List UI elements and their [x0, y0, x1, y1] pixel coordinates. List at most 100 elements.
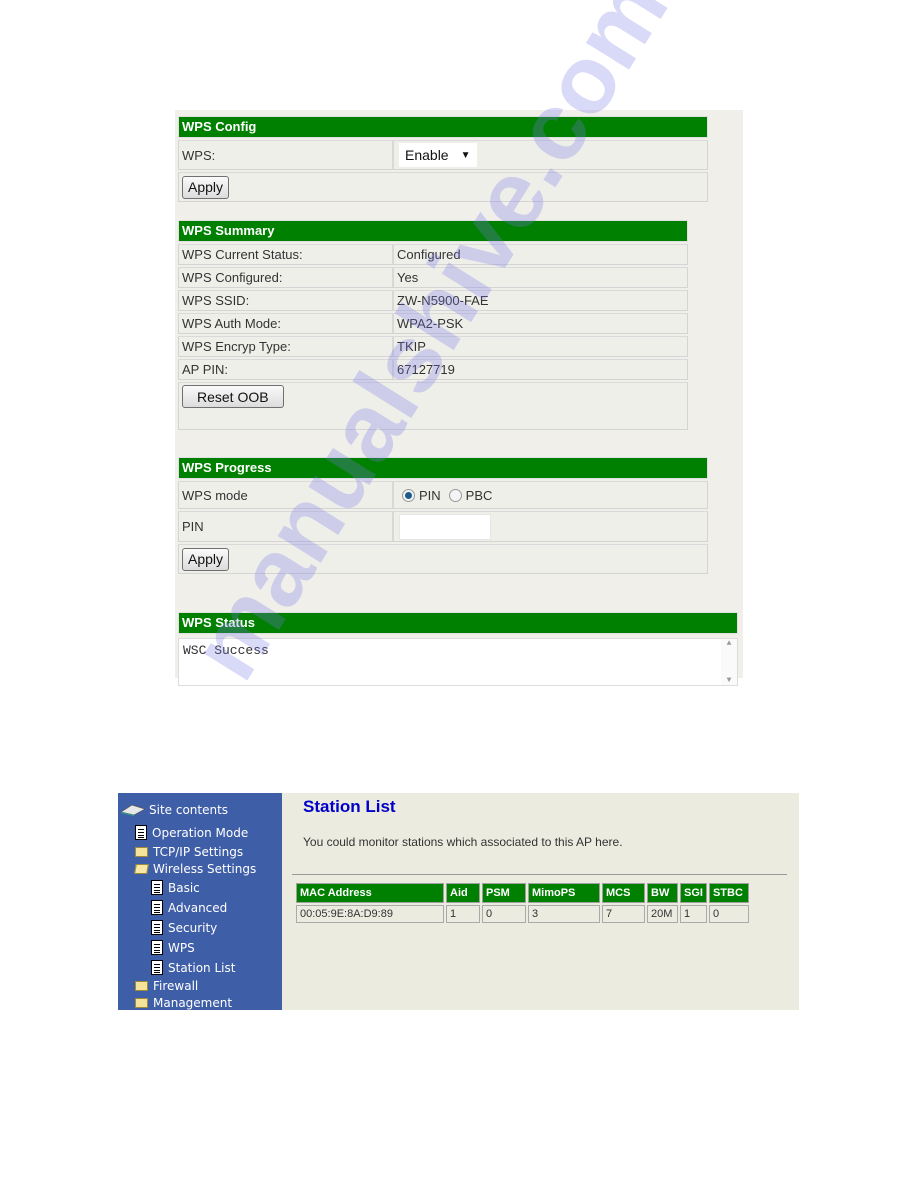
- sidebar-item-security[interactable]: Security: [151, 919, 217, 936]
- summary-label: WPS SSID:: [179, 291, 394, 310]
- wps-status-text: WSC Success: [183, 643, 269, 658]
- chevron-down-icon: ▼: [460, 149, 471, 161]
- sidebar-item-label: Firewall: [153, 978, 199, 993]
- summary-row: WPS Encryp Type: TKIP: [178, 336, 688, 357]
- summary-label: WPS Current Status:: [179, 245, 394, 264]
- column-header: MCS: [602, 883, 645, 903]
- wps-progress-apply-row: Apply: [178, 544, 708, 574]
- wps-label: WPS:: [179, 141, 394, 169]
- wps-progress-apply-button[interactable]: Apply: [182, 547, 230, 571]
- sidebar-tree: Site contents Operation Mode TCP/IP Sett…: [118, 793, 282, 1010]
- sidebar-item-label: Operation Mode: [152, 825, 249, 840]
- wps-enable-select[interactable]: Enable ▼: [399, 143, 477, 167]
- scroll-up-icon[interactable]: ▲: [727, 639, 732, 648]
- cell-sgi: 1: [680, 905, 707, 923]
- wps-summary-header: WPS Summary: [178, 220, 688, 242]
- pin-label: PIN: [179, 512, 394, 541]
- summary-row: AP PIN: 67127719: [178, 359, 688, 380]
- wps-enable-row: WPS: Enable ▼: [178, 140, 708, 170]
- radio-pbc[interactable]: [448, 488, 462, 502]
- cell-mimops: 3: [528, 905, 600, 923]
- folder-icon: [135, 980, 148, 991]
- summary-label: WPS Configured:: [179, 268, 394, 287]
- page-title: Station List: [303, 797, 396, 816]
- table-header-row: MAC Address Aid PSM MimoPS MCS BW SGI ST…: [296, 883, 749, 903]
- document-icon: [151, 940, 163, 955]
- document-icon: [151, 920, 163, 935]
- sidebar-item-wps[interactable]: WPS: [151, 939, 195, 956]
- wps-status-section: WPS Status WSC Success ▲ ▼: [178, 612, 738, 686]
- sidebar-item-firewall[interactable]: Firewall: [135, 977, 198, 994]
- sidebar-root[interactable]: Site contents: [120, 801, 228, 818]
- cell-stbc: 0: [708, 905, 749, 923]
- summary-value: WPA2-PSK: [397, 316, 464, 331]
- summary-label: WPS Encryp Type:: [179, 337, 394, 356]
- pin-input[interactable]: [399, 513, 491, 540]
- folder-open-icon: [134, 863, 149, 874]
- summary-row: WPS Configured: Yes: [178, 267, 688, 288]
- document-icon: [151, 900, 163, 915]
- wps-status-textarea[interactable]: WSC Success ▲ ▼: [178, 638, 738, 686]
- sidebar-item-label: Basic: [168, 880, 200, 895]
- sidebar-item-station-list[interactable]: Station List: [151, 959, 235, 976]
- wps-status-header: WPS Status: [178, 612, 738, 634]
- radio-pin-label: PIN: [419, 487, 441, 503]
- column-header: MimoPS: [528, 883, 600, 903]
- wps-config-apply-row: Apply: [178, 172, 708, 202]
- column-header: Aid: [446, 883, 480, 903]
- document-icon: [135, 825, 147, 840]
- radio-pbc-label: PBC: [465, 487, 493, 503]
- wps-mode-label: WPS mode: [179, 482, 394, 508]
- wps-config-section: WPS Config WPS: Enable ▼ Apply: [178, 116, 708, 202]
- divider: [292, 874, 787, 875]
- summary-label: AP PIN:: [179, 360, 394, 379]
- wps-mode-row: WPS mode PIN PBC: [178, 481, 708, 509]
- sidebar-root-label: Site contents: [149, 802, 229, 817]
- summary-value: TKIP: [397, 339, 426, 354]
- table-row: 00:05:9E:8A:D9:89 1 0 3 7 20M 1 0: [296, 905, 749, 923]
- summary-value: Configured: [397, 247, 461, 262]
- wps-summary-section: WPS Summary WPS Current Status: Configur…: [178, 220, 688, 430]
- column-header: PSM: [482, 883, 526, 903]
- cell-mac-address: 00:05:9E:8A:D9:89: [296, 905, 444, 923]
- pin-row: PIN: [178, 511, 708, 542]
- radio-pin[interactable]: [402, 488, 415, 502]
- sidebar-item-advanced[interactable]: Advanced: [151, 899, 227, 916]
- column-header: MAC Address: [296, 883, 444, 903]
- sidebar-item-basic[interactable]: Basic: [151, 879, 200, 896]
- station-list-screenshot: Site contents Operation Mode TCP/IP Sett…: [118, 793, 799, 1010]
- sidebar-item-label: WPS: [168, 940, 195, 955]
- wps-progress-section: WPS Progress WPS mode PIN PBC PIN Apply: [178, 457, 708, 574]
- cell-aid: 1: [446, 905, 480, 923]
- sidebar-item-operation-mode[interactable]: Operation Mode: [135, 824, 248, 841]
- sidebar-item-label: Advanced: [168, 900, 228, 915]
- wps-screenshot: WPS Config WPS: Enable ▼ Apply WPS Summa…: [175, 110, 743, 686]
- drive-icon: [120, 804, 146, 816]
- summary-value: ZW-N5900-FAE: [397, 293, 489, 308]
- summary-value: 67127719: [397, 362, 455, 377]
- sidebar-item-label: TCP/IP Settings: [153, 844, 244, 859]
- folder-icon: [135, 997, 148, 1008]
- sidebar-item-label: Security: [168, 920, 218, 935]
- summary-value: Yes: [397, 270, 419, 285]
- reset-oob-row: Reset OOB: [178, 382, 688, 430]
- document-icon: [151, 960, 163, 975]
- sidebar-item-tcpip-settings[interactable]: TCP/IP Settings: [135, 843, 243, 860]
- status-scrollbar[interactable]: ▲ ▼: [721, 639, 737, 685]
- cell-bw: 20M: [647, 905, 678, 923]
- column-header: STBC: [708, 883, 749, 903]
- folder-icon: [135, 846, 148, 857]
- wps-config-apply-button[interactable]: Apply: [182, 175, 230, 199]
- sidebar-item-management[interactable]: Management: [135, 994, 232, 1011]
- cell-mcs: 7: [602, 905, 645, 923]
- scroll-down-icon[interactable]: ▼: [727, 676, 732, 685]
- summary-row: WPS SSID: ZW-N5900-FAE: [178, 290, 688, 311]
- reset-oob-button[interactable]: Reset OOB: [182, 385, 284, 408]
- summary-label: WPS Auth Mode:: [179, 314, 394, 333]
- wps-progress-header: WPS Progress: [178, 457, 708, 479]
- station-table: MAC Address Aid PSM MimoPS MCS BW SGI ST…: [294, 881, 751, 925]
- summary-row: WPS Current Status: Configured: [178, 244, 688, 265]
- sidebar-item-wireless-settings[interactable]: Wireless Settings: [134, 860, 256, 877]
- column-header: SGI: [680, 883, 707, 903]
- cell-psm: 0: [482, 905, 526, 923]
